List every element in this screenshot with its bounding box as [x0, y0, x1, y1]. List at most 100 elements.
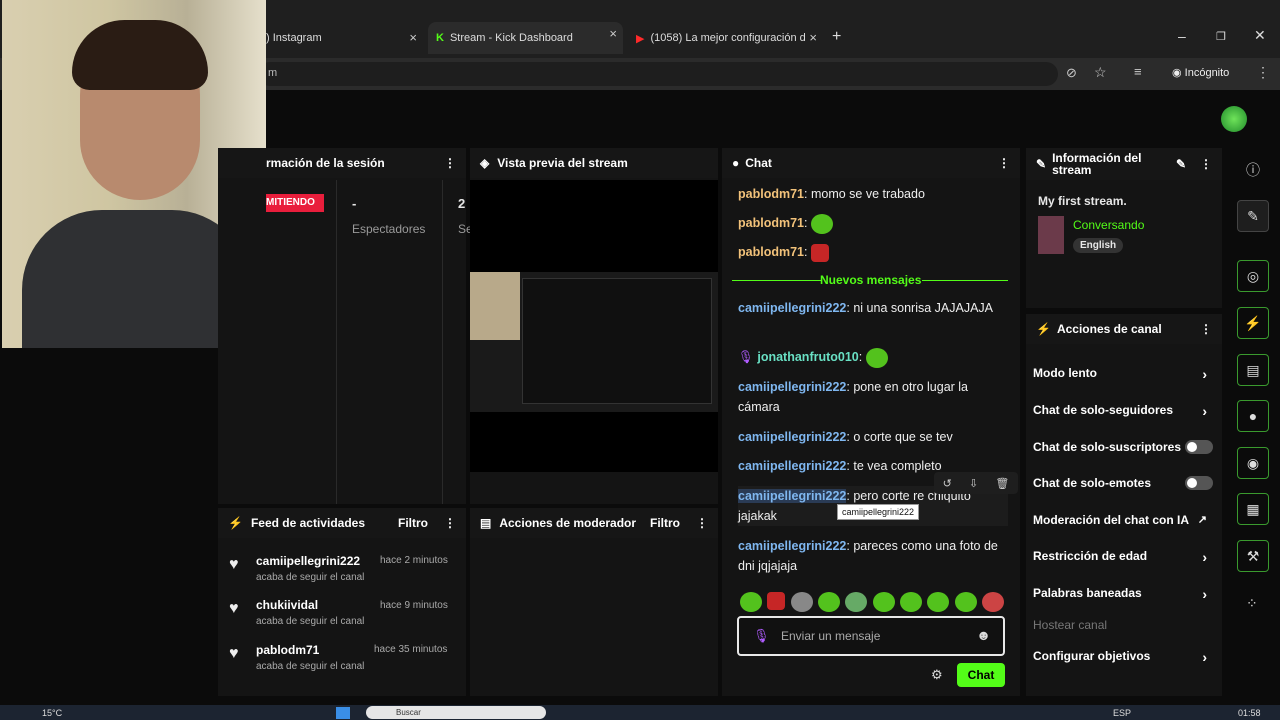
ai-moderation-action[interactable]: Moderación del chat con IA ↗ — [1033, 513, 1213, 527]
close-icon[interactable]: × — [409, 30, 417, 45]
windows-start-icon[interactable] — [336, 707, 350, 719]
url-text: m — [268, 67, 278, 79]
incognito-indicator[interactable]: ◉ Incógnito — [1172, 66, 1229, 79]
eye-off-icon[interactable]: ⊘ — [1066, 65, 1077, 81]
emote-icon[interactable] — [845, 592, 868, 612]
url-input[interactable]: m — [258, 62, 1058, 86]
emote-icon[interactable] — [927, 592, 950, 612]
kebab-icon[interactable]: ⋮ — [444, 156, 456, 170]
chat-username[interactable]: pablodm71 — [738, 187, 804, 201]
slow-mode-action[interactable]: Modo lento › — [1033, 366, 1213, 382]
chat-username[interactable]: camiipellegrini222 — [738, 380, 846, 394]
close-icon[interactable]: × — [809, 30, 817, 45]
emote-icon[interactable] — [817, 592, 840, 612]
apps-icon[interactable]: ⁘ — [1246, 595, 1258, 612]
pin-icon[interactable]: ⇩ — [969, 477, 978, 490]
emoji-picker-icon[interactable]: ☻ — [976, 627, 991, 643]
edit-rail-icon[interactable]: ✎ — [1237, 200, 1269, 232]
wrench-rail-icon[interactable]: ⚒ — [1237, 540, 1269, 572]
avatar[interactable] — [1221, 106, 1247, 132]
chat-input-placeholder: Enviar un mensaje — [781, 629, 881, 643]
chat-username[interactable]: camiipellegrini222 — [738, 430, 846, 444]
chat-message[interactable]: camiipellegrini222: pone en otro lugar l… — [738, 377, 1008, 417]
edit-pencil-icon[interactable]: ✎ — [1176, 157, 1186, 171]
subscribers-only-toggle[interactable] — [1185, 440, 1213, 454]
browser-menu-icon[interactable]: ⋮ — [1256, 64, 1270, 81]
feed-username[interactable]: camiipellegrini222 — [256, 554, 360, 568]
minimize-icon[interactable]: – — [1178, 28, 1186, 44]
chat-rail-icon[interactable]: ● — [1237, 400, 1269, 432]
chat-username[interactable]: camiipellegrini222 — [738, 459, 846, 473]
bookmark-star-icon[interactable]: ☆ — [1094, 64, 1107, 81]
info-icon[interactable]: ⓘ — [1246, 160, 1260, 180]
set-goals-action[interactable]: Configurar objetivos › — [1033, 649, 1213, 665]
chat-settings-gear-icon[interactable]: ⚙ — [931, 667, 943, 683]
chat-username[interactable]: camiipellegrini222 — [738, 489, 847, 503]
kebab-icon[interactable]: ⋮ — [444, 516, 456, 530]
restore-icon[interactable]: ❐ — [1216, 30, 1226, 43]
mic-icon[interactable]: 🎙 — [753, 628, 770, 644]
preview-screen-thumb — [522, 278, 712, 404]
age-restriction-action[interactable]: Restricción de edad › — [1033, 549, 1213, 565]
chat-message[interactable]: pablodm71: — [738, 213, 1008, 234]
kebab-icon[interactable]: ⋮ — [998, 156, 1010, 170]
followers-only-action[interactable]: Chat de solo-seguidores › — [1033, 403, 1213, 419]
channel-actions-title: Acciones de canal — [1056, 322, 1162, 336]
emotes-only-action[interactable]: Chat de solo-emotes — [1033, 476, 1213, 490]
window-close-icon[interactable]: ✕ — [1254, 27, 1266, 44]
new-tab-button[interactable]: + — [832, 28, 841, 46]
emote-icon[interactable] — [872, 592, 895, 612]
kebab-icon[interactable]: ⋮ — [1200, 157, 1212, 171]
emote-icon[interactable] — [899, 592, 922, 612]
feed-username[interactable]: chukiividal — [256, 598, 318, 612]
reply-icon[interactable]: ↺ — [943, 477, 952, 490]
chat-message[interactable]: camiipellegrini222: ni una sonrisa JAJAJ… — [738, 298, 1008, 318]
chat-message[interactable]: camiipellegrini222: o corte que se tev — [738, 427, 1008, 447]
chat-username[interactable]: jonathanfruto010 — [757, 350, 858, 364]
tab-instagram[interactable]: ) Instagram × — [258, 26, 423, 50]
media-icon[interactable]: ≡ — [1134, 64, 1142, 79]
camera-rail-icon[interactable]: ◎ — [1237, 260, 1269, 292]
incognito-icon: ◉ — [1172, 67, 1185, 79]
chat-username[interactable]: camiipellegrini222 — [738, 301, 846, 315]
emote-icon[interactable] — [981, 592, 1004, 612]
send-chat-button[interactable]: Chat — [957, 663, 1005, 687]
chat-username[interactable]: camiipellegrini222 — [738, 539, 846, 553]
chat-message[interactable]: pablodm71: momo se ve trabado — [738, 184, 1008, 204]
chat-text: momo se ve trabado — [810, 187, 925, 201]
taskbar-search[interactable]: Buscar — [366, 706, 546, 719]
divider — [336, 180, 337, 504]
stream-title: My first stream. — [1038, 194, 1127, 208]
layout-rail-icon[interactable]: ▦ — [1237, 493, 1269, 525]
emote-icon[interactable] — [954, 592, 977, 612]
broadcast-rail-icon[interactable]: ◉ — [1237, 447, 1269, 479]
stream-info-header: ✎ Información del stream ✎ ⋮ — [1026, 148, 1222, 180]
kebab-icon[interactable]: ⋮ — [1200, 322, 1212, 336]
mod-filter-button[interactable]: Filtro — [650, 516, 680, 530]
feed-username[interactable]: pablodm71 — [256, 643, 319, 657]
feed-filter-button[interactable]: Filtro — [398, 516, 428, 530]
banned-words-action[interactable]: Palabras baneadas › — [1033, 586, 1213, 602]
chat-username[interactable]: pablodm71 — [738, 245, 804, 259]
kick-logo-icon: K — [436, 32, 444, 44]
chat-input[interactable]: 🎙 Enviar un mensaje ☻ — [737, 616, 1005, 656]
preview-video[interactable] — [470, 180, 718, 472]
close-icon[interactable]: × — [609, 26, 617, 41]
emote-icon[interactable] — [740, 592, 762, 612]
tab-kick-dashboard[interactable]: K Stream - Kick Dashboard × — [428, 22, 623, 54]
category-label[interactable]: Conversando — [1073, 218, 1144, 232]
emote-icon[interactable] — [767, 592, 786, 610]
subscribers-only-action[interactable]: Chat de solo-suscriptores — [1033, 440, 1213, 454]
tab-youtube[interactable]: ▶ (1058) La mejor configuración d × — [628, 26, 823, 50]
chat-username[interactable]: pablodm71 — [738, 216, 804, 230]
chat-message[interactable]: camiipellegrini222: pareces como una fot… — [738, 536, 1008, 576]
bolt-rail-icon[interactable]: ⚡ — [1237, 307, 1269, 339]
chat-message[interactable]: pablodm71: — [738, 242, 1008, 262]
delete-icon[interactable]: 🗑 — [995, 477, 1009, 490]
language-tag: English — [1073, 238, 1124, 253]
emote-icon[interactable] — [790, 592, 813, 612]
emotes-only-toggle[interactable] — [1185, 476, 1213, 490]
chat-message[interactable]: 🎙 jonathanfruto010: — [738, 347, 1008, 368]
document-rail-icon[interactable]: ▤ — [1237, 354, 1269, 386]
kebab-icon[interactable]: ⋮ — [696, 516, 708, 530]
